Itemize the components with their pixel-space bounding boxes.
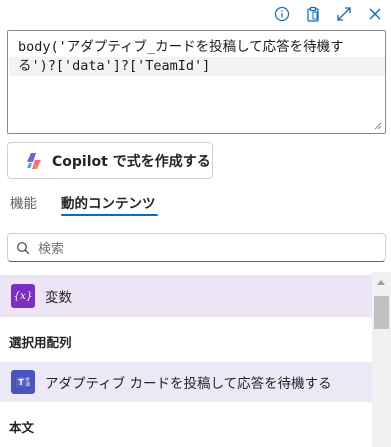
copilot-create-expression-button[interactable]: Copilot で式を作成する — [7, 142, 213, 179]
teams-icon — [11, 370, 35, 394]
list-item-label: アダプティブ カードを投稿して応答を待機する — [45, 376, 332, 392]
copilot-icon — [27, 152, 41, 169]
search-input[interactable]: 検索 — [7, 233, 386, 262]
panel-toolbar — [0, 0, 391, 28]
content-tabs: 機能 動的コンテンツ — [0, 186, 391, 218]
info-icon[interactable] — [271, 3, 293, 25]
clipboard-icon[interactable] — [302, 3, 324, 25]
section-header-select-array: 選択用配列 — [9, 335, 72, 350]
list-item-variables[interactable]: {x} 変数 — [0, 275, 372, 317]
search-icon — [17, 241, 30, 254]
expression-text[interactable]: body('アダプティブ_カードを投稿して応答を待機する')?['data']?… — [18, 38, 368, 76]
resize-grip-icon[interactable] — [372, 120, 382, 130]
active-tab-indicator — [61, 214, 158, 216]
search-placeholder: 検索 — [38, 242, 65, 257]
expression-editor[interactable]: body('アダプティブ_カードを投稿して応答を待機する')?['data']?… — [7, 30, 386, 134]
variable-icon: {x} — [11, 284, 35, 308]
close-icon[interactable] — [364, 3, 386, 25]
list-item-adaptive-card-action[interactable]: アダプティブ カードを投稿して応答を待機する — [0, 362, 372, 402]
copilot-button-label: Copilot で式を作成する — [52, 153, 211, 170]
expand-icon[interactable] — [333, 3, 355, 25]
tab-dynamic-content[interactable]: 動的コンテンツ — [61, 192, 156, 212]
dynamic-content-list: {x} 変数 選択用配列 アダプティブ カードを投稿して応答を待機する 本文 — [0, 272, 372, 447]
list-item-label: 変数 — [45, 290, 72, 306]
scroll-thumb[interactable] — [374, 296, 389, 329]
tab-functions[interactable]: 機能 — [10, 192, 37, 212]
list-scrollbar[interactable] — [372, 272, 391, 447]
section-header-body: 本文 — [9, 420, 35, 435]
scroll-up-arrow-icon[interactable] — [377, 280, 385, 285]
